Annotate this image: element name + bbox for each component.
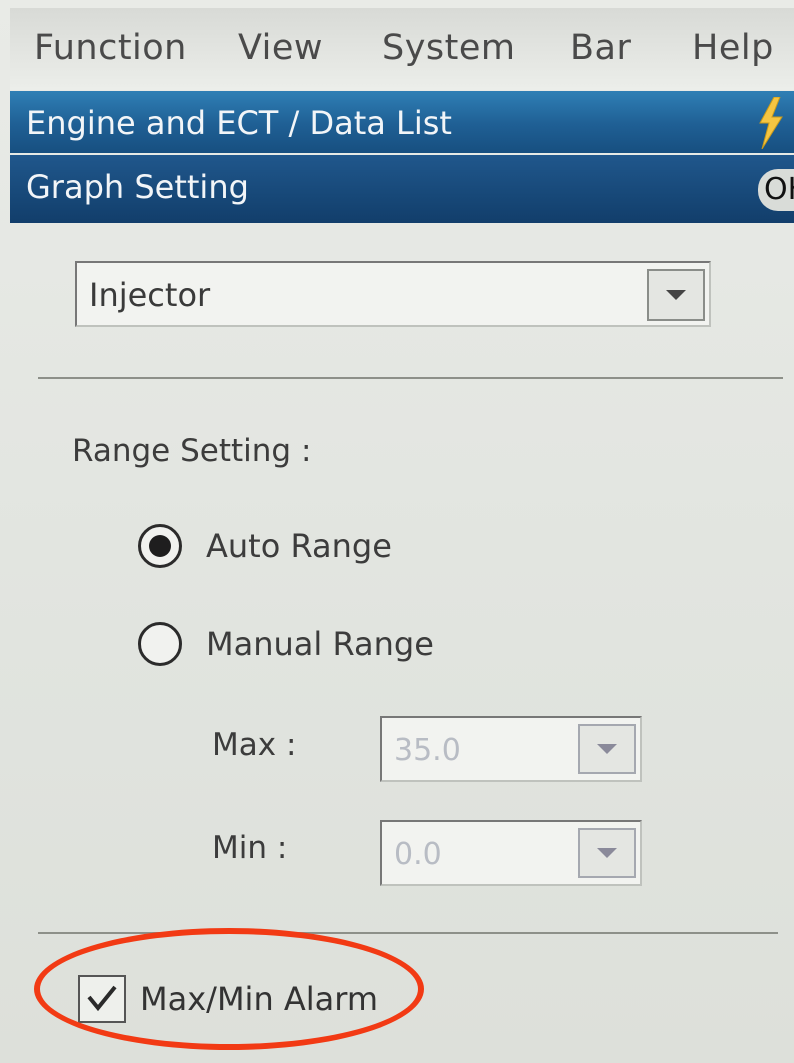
menu-help[interactable]: Help <box>692 28 774 68</box>
max-value: 35.0 <box>394 733 461 768</box>
sensor-select-value: Injector <box>89 276 211 314</box>
menu-bar: Function View System Bar Help <box>10 8 794 90</box>
range-setting-label: Range Setting : <box>72 433 312 469</box>
dialog-title: Graph Setting <box>26 168 249 206</box>
min-value-select[interactable]: 0.0 <box>380 820 642 886</box>
auto-range-radio[interactable]: Auto Range <box>138 524 392 568</box>
breadcrumb-bar: Engine and ECT / Data List <box>10 91 794 153</box>
menu-view[interactable]: View <box>238 28 323 68</box>
breadcrumb: Engine and ECT / Data List <box>26 104 452 142</box>
lightning-bolt-icon <box>754 96 784 157</box>
chevron-down-icon <box>597 848 617 858</box>
ok-button[interactable]: OK <box>758 169 794 211</box>
auto-range-label: Auto Range <box>206 527 392 565</box>
max-value-select[interactable]: 35.0 <box>380 716 642 782</box>
menu-system[interactable]: System <box>382 28 516 68</box>
min-label: Min : <box>212 830 288 866</box>
menu-function[interactable]: Function <box>34 28 187 68</box>
max-dropdown-button[interactable] <box>578 724 636 774</box>
divider <box>38 377 783 379</box>
chevron-down-icon <box>666 290 686 300</box>
chevron-down-icon <box>597 744 617 754</box>
dialog-title-bar: Graph Setting OK <box>10 155 794 223</box>
device-screen: Function View System Bar Help Engine and… <box>0 0 794 1063</box>
menu-bar-item[interactable]: Bar <box>570 28 631 68</box>
highlight-ellipse <box>34 928 424 1050</box>
max-label: Max : <box>212 727 297 763</box>
radio-selected-icon <box>138 524 182 568</box>
min-dropdown-button[interactable] <box>578 828 636 878</box>
radio-unselected-icon <box>138 622 182 666</box>
manual-range-label: Manual Range <box>206 625 434 663</box>
manual-range-radio[interactable]: Manual Range <box>138 622 434 666</box>
min-value: 0.0 <box>394 837 442 872</box>
sensor-select[interactable]: Injector <box>75 261 711 327</box>
sensor-select-dropdown-button[interactable] <box>647 269 705 321</box>
